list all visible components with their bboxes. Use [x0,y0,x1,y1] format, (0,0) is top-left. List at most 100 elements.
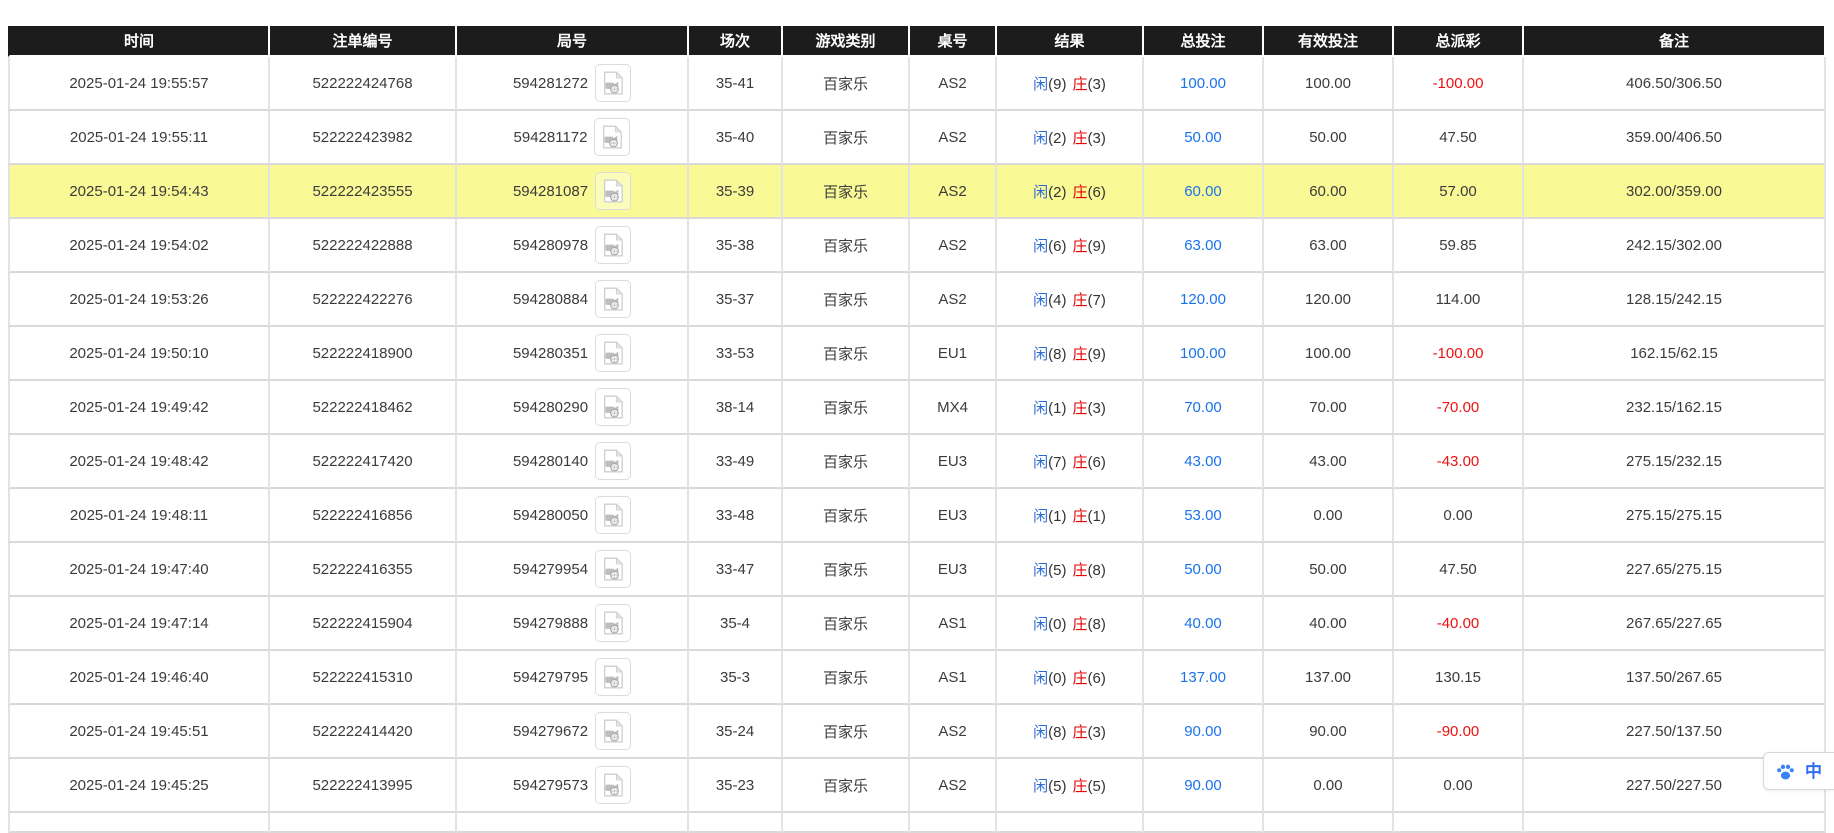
cell-valid-bet: 90.00 [1264,705,1394,759]
column-header-2: 注单编号 [270,26,457,57]
table-row[interactable]: 2025-01-24 19:54:02 522222422888 5942809… [8,219,1826,273]
cell-result: 闲(5)庄(8) [997,543,1144,597]
cell-table-code: EU3 [910,543,997,597]
result-banker-score: (3) [1088,76,1106,93]
cell-table-code: AS2 [910,705,997,759]
table-row[interactable]: 2025-01-24 19:48:42 522222417420 5942801… [8,435,1826,489]
table-row[interactable]: 2025-01-24 19:48:11 522222416856 5942800… [8,489,1826,543]
result-banker-score: (3) [1088,130,1106,147]
video-replay-button[interactable] [594,118,630,156]
cell-table-code: AS1 [910,597,997,651]
result-banker-label: 庄 [1073,778,1088,795]
translate-widget[interactable]: 中 [1763,752,1834,790]
table-row[interactable]: 2025-01-24 19:47:40 522222416355 5942799… [8,543,1826,597]
table-row[interactable]: 2025-01-24 19:55:11 522222423982 5942811… [8,111,1826,165]
video-file-icon [603,395,623,419]
result-player-label: 闲 [1033,508,1048,525]
cell-total-bet: 50.00 [1144,111,1264,165]
result-player-label: 闲 [1033,346,1048,363]
round-id: 594279795 [513,669,588,686]
video-replay-button[interactable] [595,496,631,534]
cell-session: 35-39 [689,165,783,219]
table-row[interactable]: 2025-01-24 19:45:25 522222413995 5942795… [8,759,1826,813]
video-replay-button[interactable] [595,604,631,642]
result-banker-label: 庄 [1073,346,1088,363]
cell-valid-bet: 70.00 [1264,381,1394,435]
video-replay-button[interactable] [595,442,631,480]
table-row[interactable]: 2025-01-24 19:46:40 522222415310 5942797… [8,651,1826,705]
cell-total-payout: -100.00 [1394,57,1524,111]
cell-total-payout: 57.00 [1394,165,1524,219]
round-id: 594280351 [513,345,588,362]
cell-time: 2025-01-24 19:55:11 [8,111,270,165]
cell-result: 闲(7)庄(6) [997,435,1144,489]
cell-session: 35-24 [689,705,783,759]
cell-table-code: EU1 [910,327,997,381]
result-player-label: 闲 [1033,454,1048,471]
round-id: 594280140 [513,453,588,470]
result-player-label: 闲 [1033,130,1048,147]
column-header-3: 局号 [457,26,689,57]
table-row[interactable]: 2025-01-24 19:55:57 522222424768 5942812… [8,57,1826,111]
cell-result: 闲(0)庄(6) [997,651,1144,705]
cell-time: 2025-01-24 19:53:26 [8,273,270,327]
cell-valid-bet: 120.00 [1264,273,1394,327]
round-id: 594281272 [513,75,588,92]
cell-game-type: 百家乐 [783,651,910,705]
column-header-1: 时间 [8,26,270,57]
table-row[interactable]: 2025-01-24 19:49:42 522222418462 5942802… [8,381,1826,435]
video-file-icon [603,503,623,527]
result-banker-label: 庄 [1073,508,1088,525]
cell-table-code: EU3 [910,489,997,543]
cell-total-payout: -43.00 [1394,435,1524,489]
round-id: 594280050 [513,507,588,524]
result-banker-score: (9) [1088,346,1106,363]
video-replay-button[interactable] [595,64,631,102]
video-replay-button[interactable] [595,766,631,804]
result-banker-score: (3) [1088,724,1106,741]
video-replay-button[interactable] [595,280,631,318]
cell-game-type: 百家乐 [783,165,910,219]
table-row[interactable]: 2025-01-24 19:47:14 522222415904 5942798… [8,597,1826,651]
result-player-label: 闲 [1033,778,1048,795]
video-file-icon [603,449,623,473]
cell-remark: 137.50/267.65 [1524,651,1826,705]
cell-game-type: 百家乐 [783,111,910,165]
cell-bet-id: 522222416355 [270,543,457,597]
result-banker-score: (6) [1088,184,1106,201]
video-file-icon [603,773,623,797]
result-player-label: 闲 [1033,292,1048,309]
column-header-9: 有效投注 [1264,26,1394,57]
round-id: 594281172 [514,129,588,146]
round-id: 594280884 [513,291,588,308]
video-replay-button[interactable] [595,712,631,750]
cell-round: 594280140 [457,435,689,489]
cell-time: 2025-01-24 19:46:40 [8,651,270,705]
video-replay-button[interactable] [595,550,631,588]
cell-time: 2025-01-24 19:50:10 [8,327,270,381]
video-replay-button[interactable] [595,388,631,426]
video-replay-button[interactable] [595,172,631,210]
table-row[interactable]: 2025-01-24 19:54:43 522222423555 5942810… [8,165,1826,219]
cell-session: 33-47 [689,543,783,597]
cell-result: 闲(0)庄(8) [997,597,1144,651]
table-row[interactable]: 2025-01-24 19:45:51 522222414420 5942796… [8,705,1826,759]
video-replay-button[interactable] [595,334,631,372]
video-replay-button[interactable] [595,658,631,696]
video-file-icon [603,179,623,203]
result-banker-label: 庄 [1073,238,1088,255]
result-banker-label: 庄 [1073,76,1088,93]
cell-session: 33-49 [689,435,783,489]
cell-round: 594279672 [457,705,689,759]
cell-total-bet: 100.00 [1144,327,1264,381]
table-row[interactable]: 2025-01-24 19:50:10 522222418900 5942803… [8,327,1826,381]
cell-total-payout: 0.00 [1394,759,1524,813]
result-player-label: 闲 [1033,724,1048,741]
table-row[interactable]: 2025-01-24 19:53:26 522222422276 5942808… [8,273,1826,327]
cell-round: 594279954 [457,543,689,597]
cell-remark: 275.15/275.15 [1524,489,1826,543]
video-replay-button[interactable] [595,226,631,264]
cell-total-payout: -70.00 [1394,381,1524,435]
cell-total-bet: 43.00 [1144,435,1264,489]
cell-time: 2025-01-24 19:45:51 [8,705,270,759]
